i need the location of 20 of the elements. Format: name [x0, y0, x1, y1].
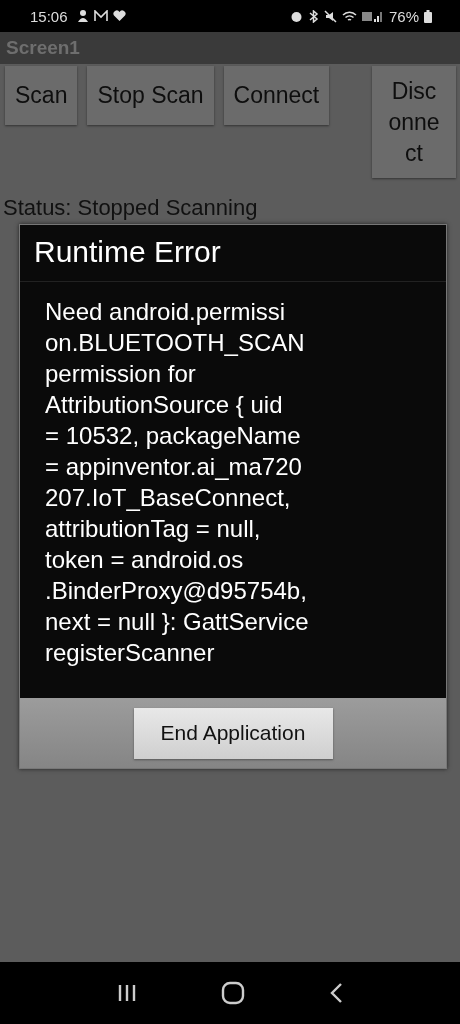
bluetooth-icon	[307, 9, 319, 23]
clock-time: 15:06	[30, 7, 68, 25]
status-label: Status: Stopped Scanning	[3, 195, 258, 221]
notification-icon	[76, 9, 89, 23]
battery-icon	[424, 9, 432, 23]
home-icon[interactable]	[221, 981, 245, 1005]
error-message: Need android.permissi on.BLUETOOTH_SCAN permission for AttributionSource { uid = 10532, packageName = appinventor.ai_ma720 207.IoT_BaseConnect, attributionTag = null, token = android.os .BinderProxy@d95754b, next = null }: GattService registerScanner	[44, 297, 310, 668]
recent-apps-icon[interactable]	[117, 984, 137, 1002]
mute-icon	[323, 9, 337, 23]
dialog-title: Runtime Error	[20, 225, 446, 282]
end-application-button[interactable]: End Application	[133, 707, 333, 759]
battery-level: 76%	[388, 7, 419, 25]
app-button[interactable]: Stop Scan	[87, 66, 214, 125]
app-button[interactable]: Scan	[5, 66, 78, 125]
heart-icon	[112, 10, 126, 22]
app-button[interactable]: Disc onne ct	[372, 66, 456, 178]
app-button[interactable]: Connect	[223, 66, 330, 125]
mail-icon	[93, 10, 108, 22]
back-icon[interactable]	[329, 982, 343, 1004]
wifi-icon	[341, 9, 357, 23]
